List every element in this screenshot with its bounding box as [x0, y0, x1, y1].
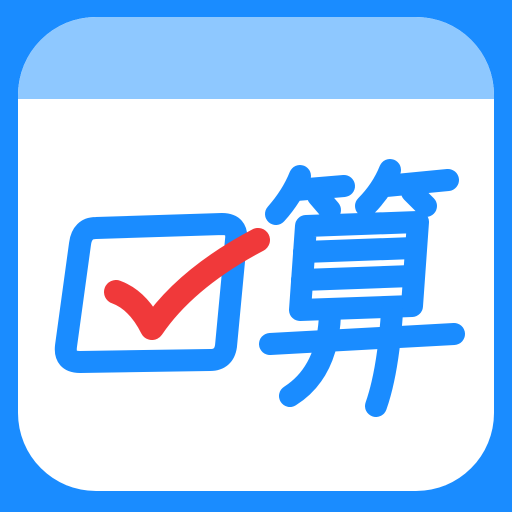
suan-character-icon [259, 159, 465, 417]
checkbox-icon [54, 213, 248, 373]
icon-artwork [54, 159, 465, 417]
app-icon[interactable]: 口算 [0, 0, 512, 512]
